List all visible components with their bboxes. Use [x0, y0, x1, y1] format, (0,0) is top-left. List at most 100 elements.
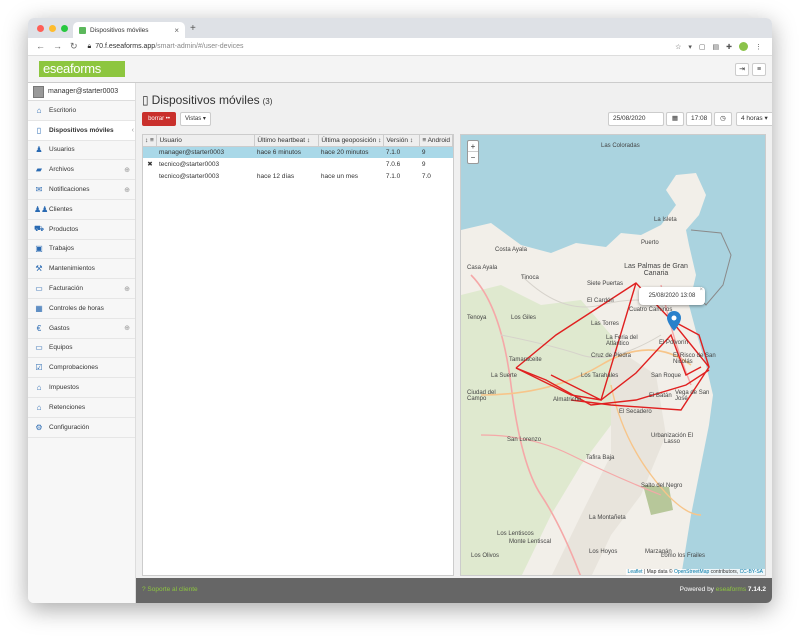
puzzle-icon[interactable]: ✚ [726, 43, 732, 51]
screenshot-icon[interactable]: ▢ [699, 43, 706, 51]
column-menu-header[interactable]: ↕ ≡ [143, 135, 158, 147]
table-header-row: ↕ ≡ Usuario Último heartbeat ↕ Última ge… [143, 135, 453, 147]
map-label: Los Olivos [471, 553, 500, 559]
sidebar-item-bank[interactable]: ⌂ Retenciones [28, 398, 135, 418]
map-popup: 25/08/2020 13:08 × [639, 287, 705, 305]
cell-android: 7.0 [421, 172, 431, 180]
sidebar-item-euro[interactable]: € Gastos ⊕ [28, 319, 135, 339]
user-info[interactable]: manager@starter0003 [28, 83, 135, 101]
expand-icon[interactable]: ⊕ [124, 324, 130, 332]
sidebar-item-calendar[interactable]: ▦ Controles de horas [28, 299, 135, 319]
sidebar: manager@starter0003 ⌂ Escritorio ▯ Disposit… [28, 83, 136, 603]
cell-user: tecnico@starter0003 [158, 172, 220, 180]
sidebar-item-label: Notificaciones [49, 186, 90, 194]
new-tab-button[interactable]: + [190, 23, 196, 34]
map-label: Lomo los Frailes [661, 553, 706, 559]
sidebar-item-cart[interactable]: ⛟ Productos [28, 220, 135, 240]
table-row[interactable]: manager@starter0003 hace 6 minutos hace 20… [143, 146, 453, 158]
cell-android: 9 [419, 146, 453, 158]
window-controls [37, 25, 68, 32]
map-label: Monte Lentiscal [509, 539, 552, 545]
sidebar-item-wrench[interactable]: ⚒ Mantenimientos [28, 259, 135, 280]
users-icon: ♟♟ [34, 204, 49, 214]
browser-tab[interactable]: Dispositivos móviles × [73, 22, 185, 38]
sidebar-item-label: Mantenimientos [49, 265, 95, 273]
map-label: Costa Ayala [495, 247, 527, 253]
map-label: Tafira Baja [586, 455, 615, 461]
url-field[interactable]: 🔒︎ 70.f.eseaforms.app/smart-admin/#/user… [88, 43, 676, 51]
leaflet-link[interactable]: Leaflet [628, 569, 643, 575]
profile-avatar-icon[interactable] [739, 42, 748, 51]
license-link[interactable]: CC-BY-SA [740, 569, 763, 575]
table-row[interactable]: tecnico@starter0003 hace 12 días hace un m… [143, 170, 453, 182]
zoom-in-button[interactable]: + [468, 141, 478, 152]
map-marker-icon[interactable] [667, 311, 681, 331]
views-dropdown[interactable]: Vistas ▾ [180, 112, 211, 126]
back-icon[interactable]: ← [36, 41, 45, 52]
close-window-button[interactable] [37, 25, 44, 32]
sidebar-item-bank[interactable]: ⌂ Impuestos [28, 378, 135, 398]
cell-geo: hace 20 minutos [318, 146, 384, 158]
sidebar-item-mobile[interactable]: ▯ Dispositivos móviles ‹ [28, 120, 135, 141]
extension-icon[interactable]: ▾ [688, 43, 692, 51]
sidebar-item-gear[interactable]: ⚙ Configuración [28, 418, 135, 438]
time-input[interactable]: 17:08 [686, 112, 712, 126]
tab-title: Dispositivos móviles [90, 26, 149, 34]
sidebar-item-folder[interactable]: ▰ Archivos ⊕ [28, 160, 135, 181]
sidebar-item-users[interactable]: ♟♟ Clientes [28, 200, 135, 220]
footer-brand[interactable]: eseaforms [716, 586, 746, 593]
sidebar-item-label: Impuestos [49, 384, 79, 392]
header-user[interactable]: Usuario [156, 135, 256, 147]
reader-icon[interactable]: ▤ [713, 43, 720, 51]
header-heartbeat[interactable]: Último heartbeat ↕ [254, 135, 320, 147]
expand-icon[interactable]: ⊕ [124, 186, 130, 194]
sidebar-item-briefcase[interactable]: ▣ Trabajos [28, 240, 135, 260]
date-input[interactable]: 25/08/2020 [608, 112, 664, 126]
support-link[interactable]: ? Soporte al cliente [142, 586, 198, 593]
expand-icon[interactable]: ⊕ [124, 166, 130, 174]
popup-close-icon[interactable]: × [699, 281, 703, 299]
eseaforms-logo[interactable]: eseaforms [39, 61, 125, 77]
reload-icon[interactable]: ↻ [70, 41, 78, 52]
header-heartbeat-label: Último heartbeat [257, 136, 306, 144]
cart-icon: ⛟ [34, 224, 45, 234]
sidebar-item-label: Facturación [49, 285, 83, 293]
expand-icon[interactable]: ⊕ [124, 285, 130, 293]
maximize-window-button[interactable] [61, 25, 68, 32]
header-android[interactable]: ≡ Android [419, 135, 453, 147]
sidebar-item-money[interactable]: ▭ Facturación ⊕ [28, 279, 135, 299]
sidebar-item-user[interactable]: ♟ Usuarios [28, 141, 135, 161]
map-attribution: Leaflet | Map data © OpenStreetMap contr… [625, 569, 765, 575]
bookmark-star-icon[interactable]: ☆ [675, 43, 681, 51]
sidebar-item-envelope[interactable]: ✉ Notificaciones ⊕ [28, 180, 135, 200]
sidebar-item-home[interactable]: ⌂ Escritorio [28, 101, 135, 121]
browser-window: Dispositivos móviles × + ← → ↻ 🔒︎ 70.f.e… [28, 18, 772, 603]
hamburger-menu-button[interactable]: ≡ [752, 63, 766, 76]
range-dropdown[interactable]: 4 horas ▾ [736, 112, 772, 126]
table-row[interactable]: ✖ tecnico@starter0003 7.0.6 9 [143, 158, 453, 170]
app-header: eseaforms ⇥ ≡ [28, 56, 772, 83]
support-label: Soporte al cliente [147, 586, 198, 593]
map[interactable]: Las Coloradas La Isleta Puerto Las Palma… [460, 134, 766, 576]
delete-button[interactable]: borrar •• [142, 112, 176, 126]
sidebar-item-check-square[interactable]: ☑ Comprobaciones [28, 358, 135, 379]
cell-heartbeat: hace 6 minutos [254, 146, 319, 158]
header-version[interactable]: Versión ↕ [383, 135, 421, 147]
browser-menu-icon[interactable]: ⋮ [755, 43, 762, 51]
calendar-icon[interactable]: ▦ [666, 112, 684, 126]
minimize-window-button[interactable] [49, 25, 56, 32]
laptop-icon: ▭ [35, 343, 43, 353]
close-tab-icon[interactable]: × [174, 26, 179, 35]
header-geo[interactable]: Última geoposición ↕ [318, 135, 385, 147]
osm-link[interactable]: OpenStreetMap [674, 569, 709, 575]
sidebar-item-laptop[interactable]: ▭ Equipos [28, 339, 135, 359]
popup-text: 25/08/2020 13:08 [648, 293, 696, 299]
cell-heartbeat [255, 158, 319, 170]
clock-icon[interactable]: ◷ [714, 112, 732, 126]
row-status-icon: ✖ [147, 161, 153, 168]
forward-icon[interactable]: → [53, 41, 62, 52]
zoom-out-button[interactable]: − [468, 152, 478, 163]
logout-button[interactable]: ⇥ [735, 63, 749, 76]
map-label: Salto del Negro [641, 483, 683, 489]
sidebar-item-label: Archivos [49, 166, 74, 174]
